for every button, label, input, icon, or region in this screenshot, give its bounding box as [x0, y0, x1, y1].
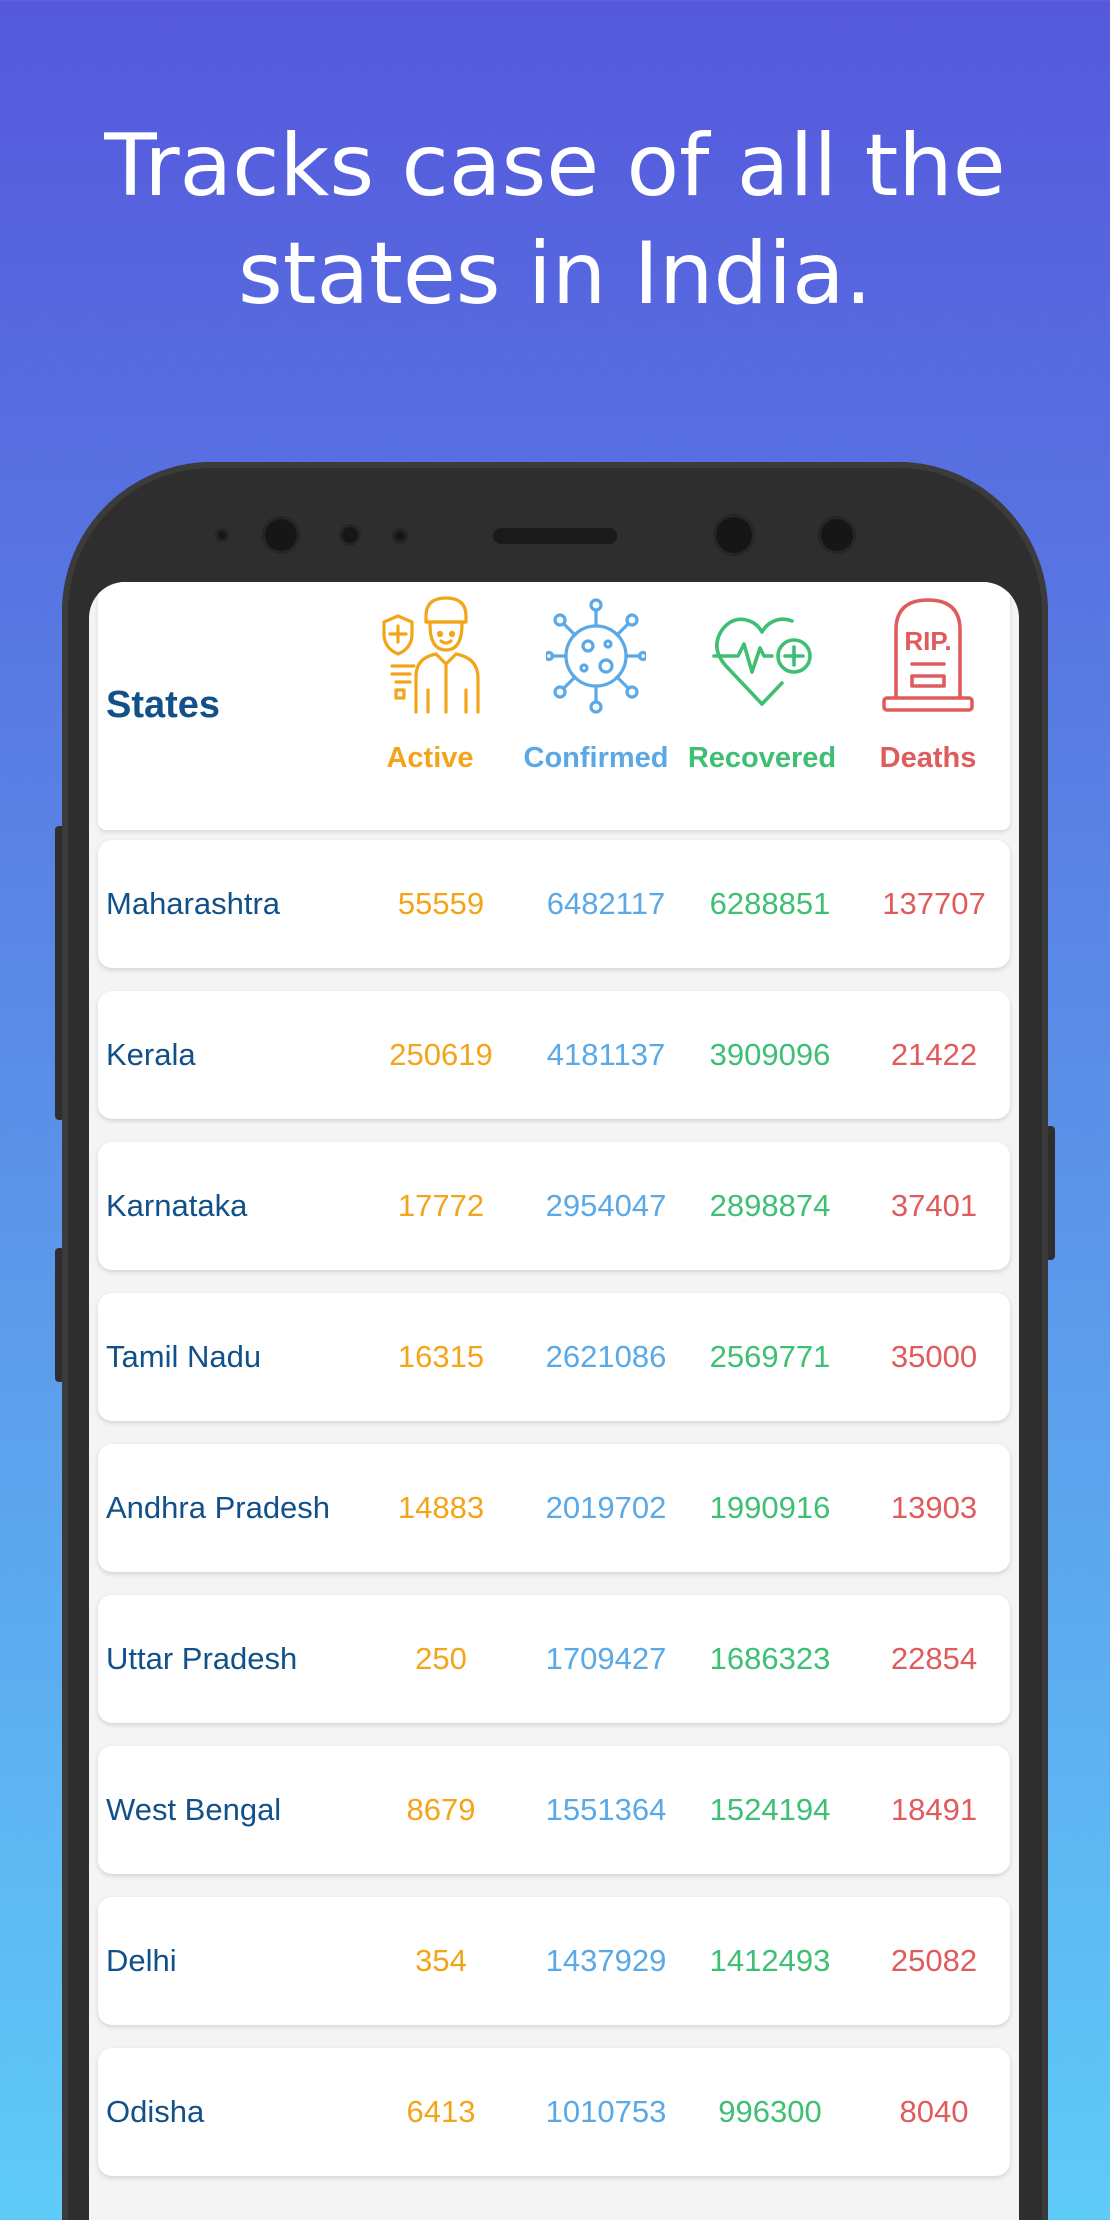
recovered-count: 1686323: [709, 1641, 831, 1676]
deaths-count: 22854: [890, 1641, 978, 1676]
active-count: 16315: [397, 1339, 485, 1374]
state-row[interactable]: Odisha 6413 1010753 996300 8040: [98, 2048, 1010, 2176]
deaths-count: 18491: [890, 1792, 978, 1827]
state-row[interactable]: Uttar Pradesh 250 1709427 1686323 22854: [98, 1595, 1010, 1723]
state-name: Karnataka: [106, 1188, 248, 1223]
column-header-active: Active: [345, 582, 515, 830]
state-row[interactable]: Karnataka 17772 2954047 2898874 37401: [98, 1142, 1010, 1270]
state-row[interactable]: Tamil Nadu 16315 2621086 2569771 35000: [98, 1293, 1010, 1421]
state-name: Odisha: [106, 2094, 205, 2129]
tombstone-icon: RIP.: [882, 598, 974, 712]
confirmed-count: 6482117: [546, 886, 666, 921]
recovered-count: 2898874: [709, 1188, 831, 1223]
column-header-recovered: Recovered: [677, 582, 847, 830]
states-list[interactable]: Maharashtra 55559 6482117 6288851 137707 Kera…: [98, 840, 1010, 2199]
column-label-active: Active: [386, 742, 474, 774]
confirmed-count: 1709427: [545, 1641, 667, 1676]
virus-icon: [546, 598, 646, 714]
deaths-count: 13903: [890, 1490, 978, 1525]
active-count: 17772: [397, 1188, 485, 1223]
state-row[interactable]: West Bengal 8679 1551364 1524194 18491: [98, 1746, 1010, 1874]
states-column-title: States: [106, 684, 221, 726]
recovered-count: 1412493: [709, 1943, 831, 1978]
phone-sensor-camera: [713, 514, 755, 556]
state-name: Tamil Nadu: [106, 1339, 262, 1374]
deaths-count: 25082: [890, 1943, 978, 1978]
deaths-count: 8040: [899, 2094, 969, 2129]
phone-sensor-dot: [215, 528, 229, 542]
active-count: 354: [415, 1943, 467, 1978]
health-worker-icon: [382, 596, 480, 714]
deaths-count: 21422: [890, 1037, 978, 1072]
confirmed-count: 1551364: [545, 1792, 667, 1827]
state-name: West Bengal: [106, 1792, 282, 1827]
state-name: Andhra Pradesh: [106, 1490, 331, 1525]
deaths-count: 137707: [882, 886, 986, 921]
confirmed-count: 2954047: [545, 1188, 667, 1223]
table-header: States Active Confirmed Recovered RIP. D…: [98, 582, 1010, 830]
recovered-count: 6288851: [709, 886, 831, 921]
confirmed-count: 4181137: [546, 1037, 666, 1072]
active-count: 14883: [397, 1490, 485, 1525]
state-row[interactable]: Kerala 250619 4181137 3909096 21422: [98, 991, 1010, 1119]
column-label-confirmed: Confirmed: [523, 742, 669, 774]
column-header-deaths: RIP. Deaths: [843, 582, 1013, 830]
phone-sensor-dot: [339, 524, 361, 546]
state-row[interactable]: Andhra Pradesh 14883 2019702 1990916 13903: [98, 1444, 1010, 1572]
phone-sensor-camera: [818, 516, 856, 554]
state-name: Delhi: [106, 1943, 177, 1978]
active-count: 55559: [397, 886, 485, 921]
state-row[interactable]: Maharashtra 55559 6482117 6288851 137707: [98, 840, 1010, 968]
confirmed-count: 1010753: [545, 2094, 667, 2129]
state-name: Maharashtra: [106, 886, 281, 921]
active-count: 8679: [406, 1792, 476, 1827]
column-label-recovered: Recovered: [687, 742, 837, 774]
app-screen: States Active Confirmed Recovered RIP. D…: [89, 582, 1019, 2220]
column-header-confirmed: Confirmed: [511, 582, 681, 830]
tombstone-icon-text: RIP.: [904, 626, 951, 656]
deaths-count: 35000: [890, 1339, 978, 1374]
state-name: Uttar Pradesh: [106, 1641, 298, 1676]
confirmed-count: 2621086: [545, 1339, 667, 1374]
recovered-count: 1524194: [709, 1792, 831, 1827]
phone-front-camera: [262, 516, 300, 554]
recovered-count: 996300: [718, 2094, 822, 2129]
recovered-count: 3909096: [709, 1037, 831, 1072]
recovered-count: 2569771: [709, 1339, 831, 1374]
recovered-count: 1990916: [709, 1490, 831, 1525]
promo-headline-line-1: Tracks case of all the: [104, 116, 1006, 216]
active-count: 6413: [406, 2094, 476, 2129]
heart-pulse-plus-icon: [712, 617, 812, 706]
confirmed-count: 2019702: [545, 1490, 667, 1525]
state-row[interactable]: Delhi 354 1437929 1412493 25082: [98, 1897, 1010, 2025]
active-count: 250619: [389, 1037, 493, 1072]
promo-headline: Tracks case of all the states in India.: [0, 112, 1110, 328]
deaths-count: 37401: [890, 1188, 978, 1223]
column-label-deaths: Deaths: [879, 742, 977, 774]
promo-headline-line-2: states in India.: [237, 224, 873, 324]
phone-sensor-dot: [392, 528, 408, 544]
active-count: 250: [415, 1641, 467, 1676]
phone-speaker: [493, 528, 617, 544]
confirmed-count: 1437929: [545, 1943, 667, 1978]
state-name: Kerala: [106, 1037, 196, 1072]
